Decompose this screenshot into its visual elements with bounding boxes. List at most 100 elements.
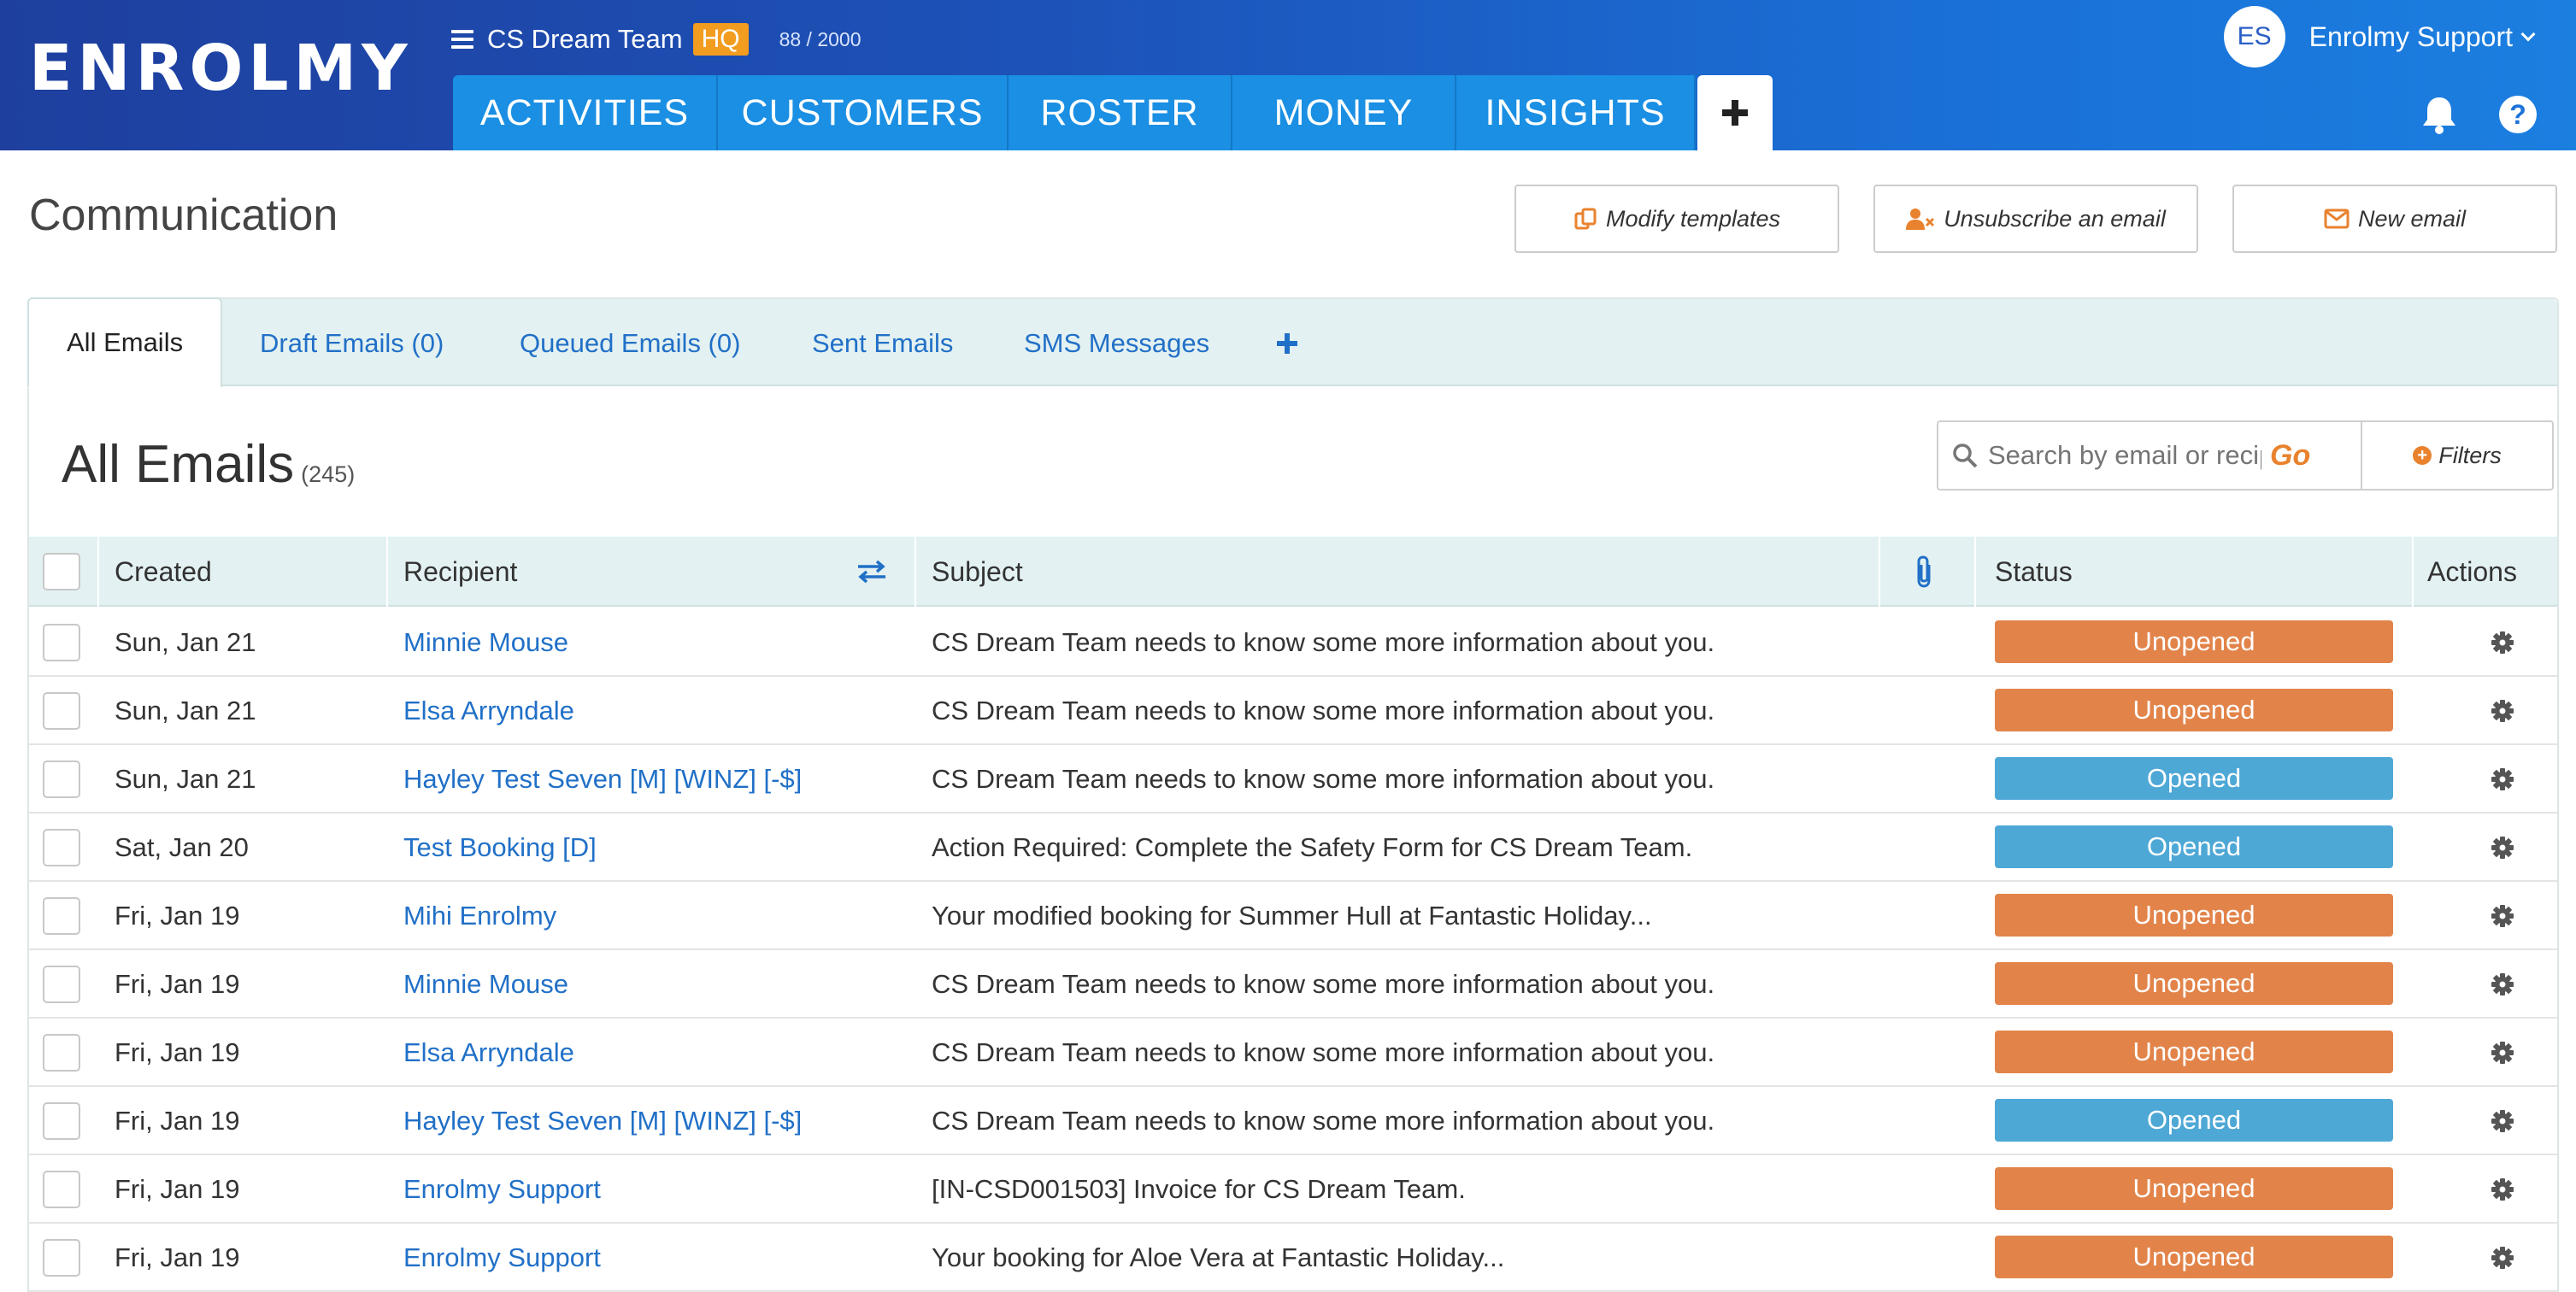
created-date: Fri, Jan 19 xyxy=(115,901,240,931)
status-badge: Opened xyxy=(1995,825,2393,868)
subject-text[interactable]: Action Required: Complete the Safety For… xyxy=(932,813,1692,882)
unsubscribe-email-button[interactable]: Unsubscribe an email xyxy=(1873,185,2198,253)
gear-icon[interactable] xyxy=(2491,767,2514,791)
nav-tab-roster[interactable]: ROSTER xyxy=(1009,75,1232,150)
filters-button[interactable]: + Filters xyxy=(2361,420,2554,490)
table-row[interactable]: Sun, Jan 21 Minnie Mouse CS Dream Team nee… xyxy=(29,608,2557,677)
status-badge: Opened xyxy=(1995,1099,2393,1142)
row-checkbox[interactable] xyxy=(43,950,80,1019)
new-email-label: New email xyxy=(2357,205,2467,232)
subject-text[interactable]: CS Dream Team needs to know some more in… xyxy=(932,1087,1714,1155)
header-status[interactable]: Status xyxy=(1995,537,2073,607)
row-checkbox[interactable] xyxy=(43,745,80,813)
table-row[interactable]: Fri, Jan 19 Enrolmy Support Your booking f… xyxy=(29,1224,2557,1292)
header-created[interactable]: Created xyxy=(115,537,212,607)
subject-text[interactable]: [IN-CSD001503] Invoice for CS Dream Team… xyxy=(932,1155,1466,1224)
gear-icon[interactable] xyxy=(2491,699,2514,723)
created-date: Sat, Jan 20 xyxy=(115,832,249,862)
swap-icon[interactable] xyxy=(856,537,887,607)
created-date: Fri, Jan 19 xyxy=(115,1174,240,1204)
gear-icon[interactable] xyxy=(2491,972,2514,996)
header-subject[interactable]: Subject xyxy=(932,537,1023,607)
created-date: Fri, Jan 19 xyxy=(115,1106,240,1136)
bell-icon[interactable] xyxy=(2420,94,2458,135)
hamburger-icon[interactable] xyxy=(451,30,473,49)
status-badge: Unopened xyxy=(1995,1167,2393,1210)
header-recipient[interactable]: Recipient xyxy=(403,537,517,607)
recipient-link[interactable]: Enrolmy Support xyxy=(403,1155,601,1224)
gear-icon[interactable] xyxy=(2491,1246,2514,1270)
subject-text[interactable]: CS Dream Team needs to know some more in… xyxy=(932,745,1714,813)
add-tab-button[interactable] xyxy=(1275,299,1299,388)
team-name: CS Dream Team xyxy=(487,24,683,54)
gear-icon[interactable] xyxy=(2491,904,2514,928)
status-badge: Unopened xyxy=(1995,620,2393,663)
recipient-link[interactable]: Hayley Test Seven [M] [WINZ] [-$] xyxy=(403,1087,802,1155)
row-checkbox[interactable] xyxy=(43,677,80,745)
go-button[interactable]: Go xyxy=(2270,439,2310,473)
tab-sms-messages[interactable]: SMS Messages xyxy=(1024,299,1209,388)
enrolmy-logo[interactable]: ENROLMY xyxy=(29,37,413,100)
recipient-link[interactable]: Mihi Enrolmy xyxy=(403,882,556,950)
row-checkbox[interactable] xyxy=(43,1224,80,1292)
gear-icon[interactable] xyxy=(2491,631,2514,655)
row-checkbox[interactable] xyxy=(43,608,80,677)
nav-tab-activities[interactable]: ACTIVITIES xyxy=(453,75,718,150)
nav-tab-customers[interactable]: CUSTOMERS xyxy=(718,75,1009,150)
nav-add-button[interactable] xyxy=(1697,75,1773,150)
row-checkbox[interactable] xyxy=(43,813,80,882)
row-checkbox[interactable] xyxy=(43,882,80,950)
recipient-link[interactable]: Elsa Arryndale xyxy=(403,1019,574,1087)
recipient-link[interactable]: Enrolmy Support xyxy=(403,1224,601,1292)
user-menu[interactable]: ES Enrolmy Support xyxy=(2223,6,2536,68)
new-email-button[interactable]: New email xyxy=(2232,185,2557,253)
row-checkbox[interactable] xyxy=(43,1019,80,1087)
tab-queued-emails[interactable]: Queued Emails (0) xyxy=(520,299,740,388)
table-row[interactable]: Fri, Jan 19 Enrolmy Support [IN-CSD001503]… xyxy=(29,1155,2557,1224)
team-selector[interactable]: CS Dream Team HQ 88 / 2000 xyxy=(451,15,861,63)
user-remove-icon xyxy=(1906,208,1935,230)
help-icon[interactable]: ? xyxy=(2499,96,2537,133)
gear-icon[interactable] xyxy=(2491,1109,2514,1133)
envelope-icon xyxy=(2324,208,2350,229)
search-input[interactable] xyxy=(1988,440,2261,471)
recipient-link[interactable]: Elsa Arryndale xyxy=(403,677,574,745)
row-checkbox[interactable] xyxy=(43,1087,80,1155)
subject-text[interactable]: CS Dream Team needs to know some more in… xyxy=(932,608,1714,677)
created-date: Sun, Jan 21 xyxy=(115,627,256,657)
table-row[interactable]: Fri, Jan 19 Mihi Enrolmy Your modified boo… xyxy=(29,882,2557,950)
select-all-checkbox[interactable] xyxy=(43,537,80,607)
table-row[interactable]: Fri, Jan 19 Minnie Mouse CS Dream Team nee… xyxy=(29,950,2557,1019)
nav-tab-money[interactable]: MONEY xyxy=(1232,75,1456,150)
search-icon xyxy=(1953,443,1978,468)
created-date: Fri, Jan 19 xyxy=(115,969,240,999)
table-row[interactable]: Sat, Jan 20 Test Booking [D] Action Requir… xyxy=(29,813,2557,882)
plus-icon xyxy=(1277,333,1297,354)
copy-icon xyxy=(1574,208,1597,230)
row-checkbox[interactable] xyxy=(43,1155,80,1224)
subject-text[interactable]: Your booking for Aloe Vera at Fantastic … xyxy=(932,1224,1504,1292)
tab-draft-emails[interactable]: Draft Emails (0) xyxy=(260,299,444,388)
page-title: Communication xyxy=(29,191,338,240)
hq-badge: HQ xyxy=(692,23,749,56)
recipient-link[interactable]: Hayley Test Seven [M] [WINZ] [-$] xyxy=(403,745,802,813)
gear-icon[interactable] xyxy=(2491,1177,2514,1201)
gear-icon[interactable] xyxy=(2491,836,2514,860)
status-badge: Unopened xyxy=(1995,689,2393,731)
subject-text[interactable]: CS Dream Team needs to know some more in… xyxy=(932,677,1714,745)
tab-all-emails[interactable]: All Emails xyxy=(27,297,223,388)
table-row[interactable]: Sun, Jan 21 Elsa Arryndale CS Dream Team n… xyxy=(29,677,2557,745)
recipient-link[interactable]: Minnie Mouse xyxy=(403,608,568,677)
gear-icon[interactable] xyxy=(2491,1041,2514,1065)
subject-text[interactable]: Your modified booking for Summer Hull at… xyxy=(932,882,1652,950)
tab-sent-emails[interactable]: Sent Emails xyxy=(812,299,953,388)
recipient-link[interactable]: Minnie Mouse xyxy=(403,950,568,1019)
subject-text[interactable]: CS Dream Team needs to know some more in… xyxy=(932,950,1714,1019)
modify-templates-button[interactable]: Modify templates xyxy=(1514,185,1839,253)
table-row[interactable]: Fri, Jan 19 Hayley Test Seven [M] [WINZ] … xyxy=(29,1087,2557,1155)
table-row[interactable]: Sun, Jan 21 Hayley Test Seven [M] [WINZ] … xyxy=(29,745,2557,813)
recipient-link[interactable]: Test Booking [D] xyxy=(403,813,597,882)
nav-tab-insights[interactable]: INSIGHTS xyxy=(1456,75,1696,150)
table-row[interactable]: Fri, Jan 19 Elsa Arryndale CS Dream Team n… xyxy=(29,1019,2557,1087)
subject-text[interactable]: CS Dream Team needs to know some more in… xyxy=(932,1019,1714,1087)
